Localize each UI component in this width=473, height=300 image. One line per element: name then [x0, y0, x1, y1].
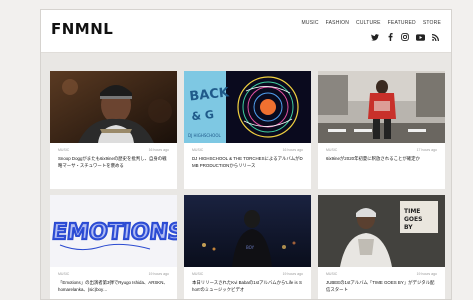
article-time: 19 hours ago	[416, 272, 437, 276]
main-nav: MUSIC FASHION CULTURE FEATURED STORE	[302, 20, 441, 26]
article-image[interactable]: EMOTIONS EMOTIONS	[50, 195, 177, 267]
nav-item-culture[interactable]: CULTURE	[356, 20, 381, 26]
site-logo[interactable]: FNMNL	[51, 20, 113, 38]
article-time: 16 hours ago	[148, 148, 169, 152]
nav-item-store[interactable]: STORE	[423, 20, 441, 26]
svg-text:EMOTIONS: EMOTIONS	[51, 220, 177, 245]
article-title[interactable]: Snoop Doggがまたも6ix9ineの歴史を批判し、自身の戦略マーサ・スチ…	[58, 155, 170, 169]
article-card[interactable]: BOY MUSIC 19 hours ago 本日リリースされたKvi Baba…	[184, 195, 311, 299]
article-title[interactable]: JUBEEの1stアルバム「TIME GOES BY」がデジタル配信スタート	[326, 279, 438, 293]
svg-text:GOES: GOES	[404, 216, 422, 223]
nav-item-featured[interactable]: FEATURED	[388, 20, 416, 26]
article-card[interactable]: TIME GOES BY MUSIC 19 hours ago JUBEEの1s…	[318, 195, 445, 299]
twitter-icon[interactable]	[371, 33, 379, 43]
article-title[interactable]: 本日リリースされたKvi Babaの1stアルバムから'Life is Shor…	[192, 279, 304, 293]
article-card[interactable]: BACK & G DJ HIGHSCHOOL MUSIC 16 hours ag…	[184, 71, 311, 189]
article-category: MUSIC	[192, 148, 204, 152]
article-image[interactable]	[318, 71, 445, 143]
article-image[interactable]: TIME GOES BY	[318, 195, 445, 267]
instagram-icon[interactable]	[401, 33, 409, 43]
social-links	[371, 33, 439, 43]
article-title[interactable]: 「Emotions」の出演者第3弾でRyugo Ishida、ARSKN、hom…	[58, 279, 170, 293]
site-header: FNMNL MUSIC FASHION CULTURE FEATURED STO…	[41, 10, 451, 53]
article-time: 16 hours ago	[282, 148, 303, 152]
article-title[interactable]: 6ix9ineが2020年初夏に釈放されることが確定か	[326, 155, 438, 162]
youtube-icon[interactable]	[416, 33, 425, 43]
article-category: MUSIC	[58, 272, 70, 276]
article-category: MUSIC	[58, 148, 70, 152]
svg-text:DJ HIGHSCHOOL: DJ HIGHSCHOOL	[188, 133, 221, 138]
svg-text:TIME: TIME	[404, 208, 420, 215]
article-card[interactable]: EMOTIONS EMOTIONS MUSIC 19 hours ago 「Em…	[50, 195, 177, 299]
rss-icon[interactable]	[431, 33, 439, 43]
article-time: 17 hours ago	[416, 148, 437, 152]
svg-text:BOY: BOY	[246, 245, 255, 250]
article-category: MUSIC	[192, 272, 204, 276]
page-frame: FNMNL MUSIC FASHION CULTURE FEATURED STO…	[40, 9, 452, 300]
article-title[interactable]: DJ HIGHSCHOOL & THE TORCHESによるアルバムがDMB P…	[192, 155, 304, 169]
article-time: 19 hours ago	[148, 272, 169, 276]
svg-text:BY: BY	[404, 224, 413, 231]
article-category: MUSIC	[326, 272, 338, 276]
facebook-icon[interactable]	[386, 33, 394, 43]
article-image[interactable]: BACK & G DJ HIGHSCHOOL	[184, 71, 311, 143]
article-image[interactable]: BOY	[184, 195, 311, 267]
nav-item-fashion[interactable]: FASHION	[326, 20, 349, 26]
nav-item-music[interactable]: MUSIC	[302, 20, 319, 26]
article-image[interactable]	[50, 71, 177, 143]
article-card[interactable]: MUSIC 17 hours ago 6ix9ineが2020年初夏に釈放される…	[318, 71, 445, 189]
article-card[interactable]: MUSIC 16 hours ago Snoop Doggがまたも6ix9ine…	[50, 71, 177, 189]
article-category: MUSIC	[326, 148, 338, 152]
article-time: 19 hours ago	[282, 272, 303, 276]
svg-text:& G: & G	[191, 108, 215, 123]
